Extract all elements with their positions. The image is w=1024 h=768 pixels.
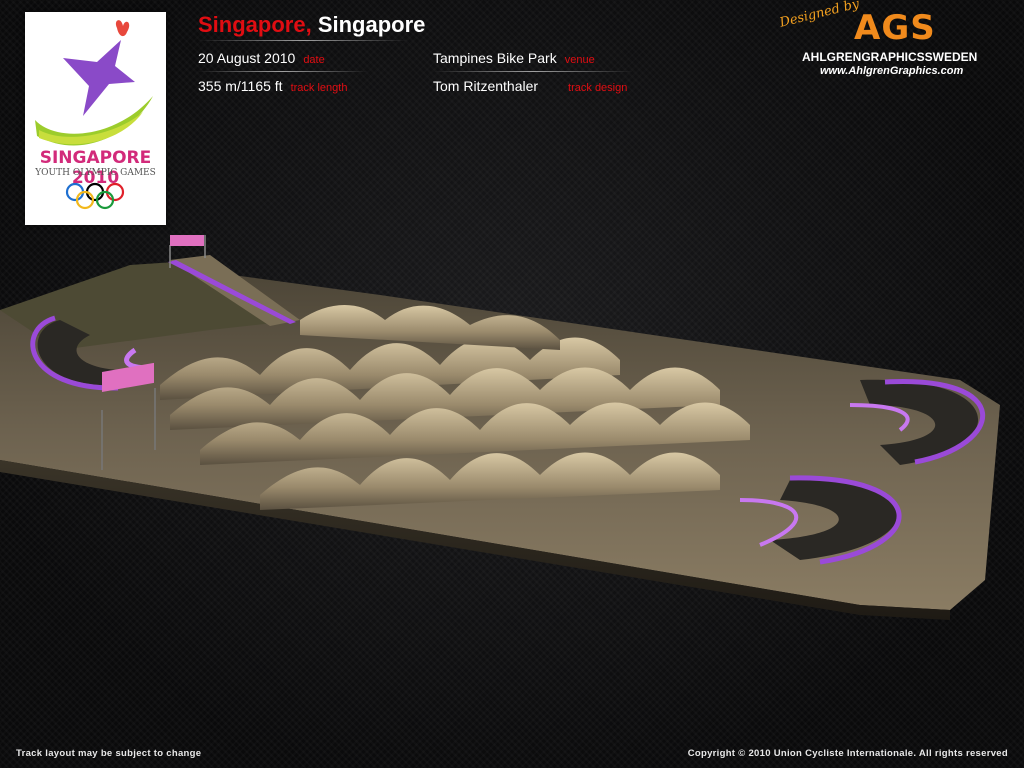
designer-brand: AGS (854, 8, 936, 48)
date-value: 20 August 2010 (198, 50, 296, 66)
venue-info: Tampines Bike Park venue (433, 50, 595, 66)
pump-track-render (0, 235, 1000, 620)
venue-divider (433, 71, 633, 72)
date-divider (198, 71, 368, 72)
date-info: 20 August 2010 date (198, 50, 325, 66)
venue-label: venue (564, 54, 595, 66)
designer-name: AHLGRENGRAPHICSSWEDEN (802, 50, 978, 64)
designer-tag: Designed by (778, 0, 861, 31)
title-divider (198, 40, 408, 41)
venue-value: Tampines Bike Park (433, 50, 557, 66)
design-label: track design (568, 82, 628, 94)
date-label: date (303, 54, 325, 66)
footer-copyright: Copyright © 2010 Union Cycliste Internat… (687, 748, 1008, 759)
design-value: Tom Ritzenthaler (433, 78, 539, 94)
yog-emblem-icon (35, 20, 153, 210)
event-country: Singapore (317, 12, 426, 37)
designer-url: www.AhlgrenGraphics.com (820, 65, 964, 77)
footer-disclaimer: Track layout may be subject to change (16, 748, 202, 759)
event-city: Singapore, (198, 12, 312, 37)
length-value: 355 m/1165 ft (198, 78, 283, 94)
yog-logo-subtitle: YOUTH OLYMPIC GAMES (35, 168, 156, 178)
design-info: Tom Ritzenthaler track design (433, 78, 627, 94)
designer-logo: Designed by AGS AHLGRENGRAPHICSSWEDEN ww… (778, 0, 1010, 82)
length-label: track length (290, 82, 348, 94)
length-info: 355 m/1165 ft track length (198, 78, 347, 94)
event-title: Singapore, Singapore (198, 12, 425, 38)
yog-logo-card: SINGAPORE 2010 YOUTH OLYMPIC GAMES (25, 12, 166, 225)
